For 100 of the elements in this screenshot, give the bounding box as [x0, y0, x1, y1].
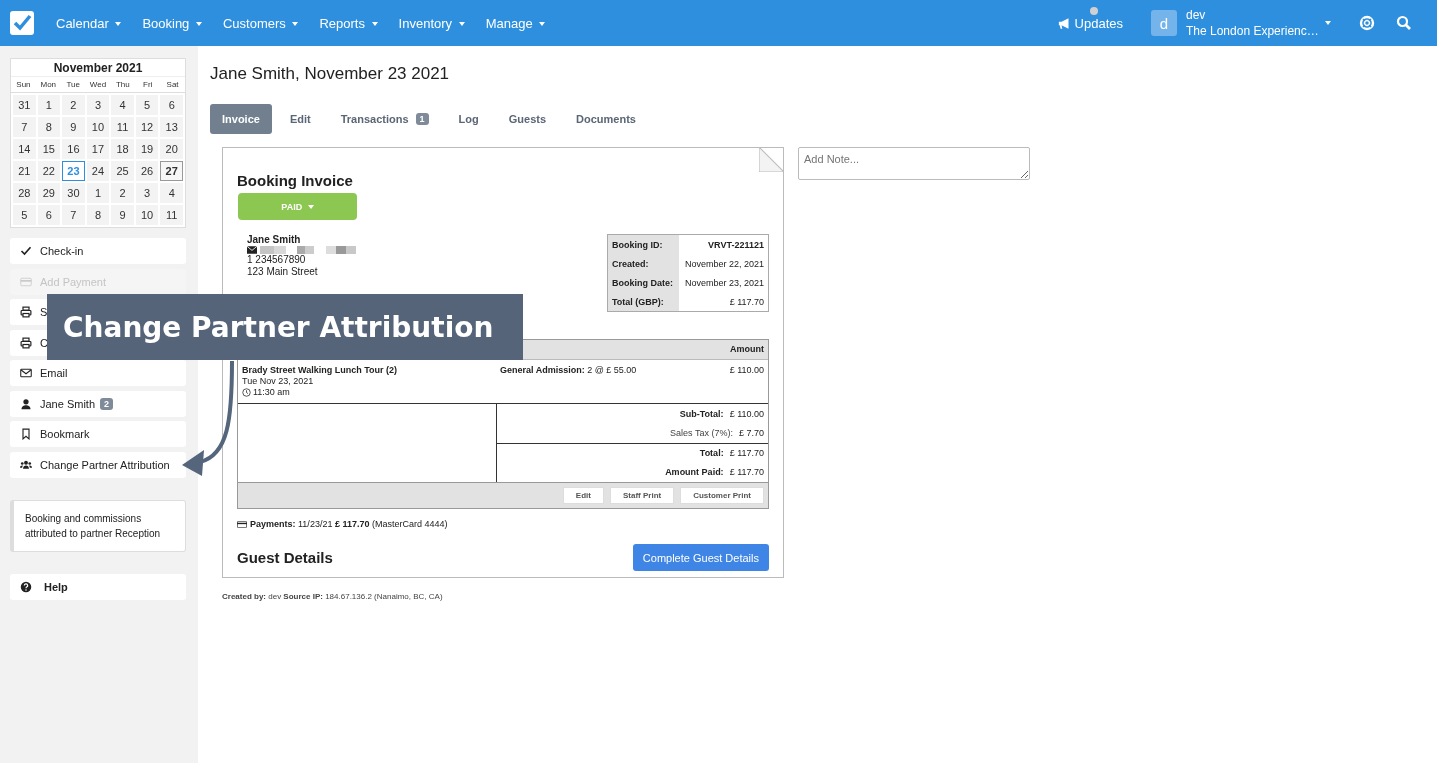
- total-label: Amount Paid:: [665, 467, 724, 478]
- partner-note: Booking and commissions attributed to partner Reception: [10, 500, 186, 552]
- product-date: Tue Nov 23, 2021: [242, 376, 315, 387]
- amount-text: £ 110.00: [729, 365, 764, 377]
- weekday-label: Mon: [39, 79, 58, 91]
- weekday-label: Thu: [114, 79, 131, 91]
- calendar-day[interactable]: 7: [62, 205, 85, 225]
- customer-phone: 1 234567890: [247, 254, 307, 266]
- bookmark-icon: [20, 428, 32, 440]
- calendar-day[interactable]: 16: [62, 139, 85, 159]
- help-icon: [20, 581, 32, 593]
- person-icon: [20, 397, 32, 410]
- invoice-heading: Booking Invoice: [237, 172, 354, 189]
- calendar-day[interactable]: 11: [111, 117, 134, 137]
- caret-icon[interactable]: [1325, 21, 1331, 25]
- calendar-day[interactable]: 20: [160, 139, 183, 159]
- calendar-day[interactable]: 22: [37, 161, 61, 181]
- complete-guest-details-button[interactable]: Complete Guest Details: [632, 544, 769, 571]
- note-field[interactable]: Add Note...: [798, 147, 1030, 180]
- sidebar-action[interactable]: Jane Smith 2: [10, 390, 186, 417]
- payment-summary: Payments: 11/23/21 £ 117.70 (MasterCard 4444): [250, 519, 448, 529]
- tab[interactable]: Transactions 1: [328, 104, 441, 134]
- calendar-day[interactable]: 15: [37, 139, 61, 159]
- calendar-day[interactable]: 4: [160, 183, 183, 203]
- calendar-day[interactable]: 3: [86, 95, 110, 115]
- help-button[interactable]: Help: [10, 574, 186, 600]
- calendar-day[interactable]: 26: [135, 161, 159, 181]
- calendar-day[interactable]: 9: [111, 205, 134, 225]
- calendar-day[interactable]: 5: [135, 95, 159, 115]
- weekday-label: Sat: [165, 79, 180, 91]
- calendar-day[interactable]: 31: [13, 95, 36, 115]
- calendar-day[interactable]: 23: [62, 161, 85, 181]
- calendar-day[interactable]: 28: [13, 183, 36, 203]
- count-badge: 2: [100, 397, 114, 410]
- calendar-day[interactable]: 3: [135, 183, 159, 203]
- calendar-day[interactable]: 14: [13, 139, 36, 159]
- info-label: Created:: [607, 254, 679, 273]
- calendar-day[interactable]: 30: [62, 183, 85, 203]
- info-value: £ 117.70: [678, 292, 769, 312]
- checkmark-logo-icon[interactable]: [10, 11, 34, 35]
- info-label: Total (GBP):: [607, 292, 679, 312]
- sidebar-action[interactable]: Bookmark: [10, 421, 186, 447]
- invoice-button[interactable]: Customer Print: [680, 487, 764, 504]
- sidebar-action[interactable]: Check-in: [10, 238, 186, 264]
- lifebuoy-icon[interactable]: [1359, 15, 1375, 31]
- calendar-day[interactable]: 5: [13, 205, 36, 225]
- calendar-day[interactable]: 1: [86, 183, 110, 203]
- credit-card-icon: [20, 275, 32, 288]
- calendar-day[interactable]: 8: [86, 205, 110, 225]
- product-name: Brady Street Walking Lunch Tour (2): [242, 365, 398, 376]
- calendar-day[interactable]: 2: [111, 183, 134, 203]
- info-label: Booking Date:: [607, 273, 679, 292]
- tab[interactable]: Guests: [496, 104, 559, 134]
- printer-icon: [20, 336, 32, 349]
- weekday-label: Tue: [65, 79, 81, 91]
- total-label: Sales Tax (7%):: [670, 427, 733, 438]
- sidebar-action[interactable]: Change Partner Attribution: [10, 451, 186, 478]
- total-value: £ 117.70: [729, 448, 764, 459]
- calendar-day[interactable]: 10: [135, 205, 159, 225]
- calendar-day[interactable]: 17: [86, 139, 110, 159]
- calendar-day[interactable]: 8: [37, 117, 61, 137]
- calendar-day[interactable]: 21: [13, 161, 36, 181]
- calendar-day[interactable]: 11: [160, 205, 183, 225]
- calendar-month: November 2021: [52, 60, 144, 76]
- search-icon[interactable]: [1396, 15, 1412, 31]
- calendar-day[interactable]: 4: [111, 95, 134, 115]
- clock-icon: [242, 388, 251, 397]
- sidebar-action[interactable]: Email: [10, 360, 186, 386]
- megaphone-icon: [1057, 16, 1072, 30]
- info-value: VRVT-221121: [678, 234, 769, 254]
- tab[interactable]: Documents: [564, 104, 648, 134]
- user-name: dev: [1186, 7, 1207, 23]
- calendar-day[interactable]: 12: [135, 117, 159, 137]
- invoice-button[interactable]: Edit: [562, 487, 604, 504]
- calendar-day[interactable]: 10: [86, 117, 110, 137]
- calendar-day[interactable]: 6: [160, 95, 183, 115]
- calendar-day[interactable]: 25: [111, 161, 134, 181]
- info-value: November 23, 2021: [678, 273, 769, 292]
- total-label: Sub-Total:: [679, 408, 724, 419]
- tab[interactable]: Edit: [277, 104, 323, 134]
- tab[interactable]: Log: [446, 104, 491, 134]
- created-by-text: Created by: dev Source IP: 184.67.136.2 (Nanaimo, BC, CA): [221, 592, 444, 601]
- invoice-button[interactable]: Staff Print: [609, 487, 675, 504]
- calendar-day[interactable]: 24: [86, 161, 110, 181]
- calendar-day[interactable]: 6: [37, 205, 61, 225]
- calendar-day[interactable]: 19: [135, 139, 159, 159]
- organization-name: The London Experienc…: [1186, 23, 1320, 39]
- calendar-day[interactable]: 2: [62, 95, 85, 115]
- calendar-day[interactable]: 7: [13, 117, 36, 137]
- calendar-day[interactable]: 1: [37, 95, 61, 115]
- envelope-icon: [20, 367, 32, 379]
- notification-dot: [1090, 7, 1098, 15]
- calendar-day[interactable]: 27: [160, 161, 183, 181]
- calendar-day[interactable]: 29: [37, 183, 61, 203]
- tab[interactable]: Invoice: [210, 104, 272, 134]
- envelope-icon: [247, 246, 257, 254]
- calendar-day[interactable]: 9: [62, 117, 85, 137]
- customer-name: Jane Smith: [247, 234, 302, 246]
- calendar-day[interactable]: 13: [160, 117, 183, 137]
- calendar-day[interactable]: 18: [111, 139, 134, 159]
